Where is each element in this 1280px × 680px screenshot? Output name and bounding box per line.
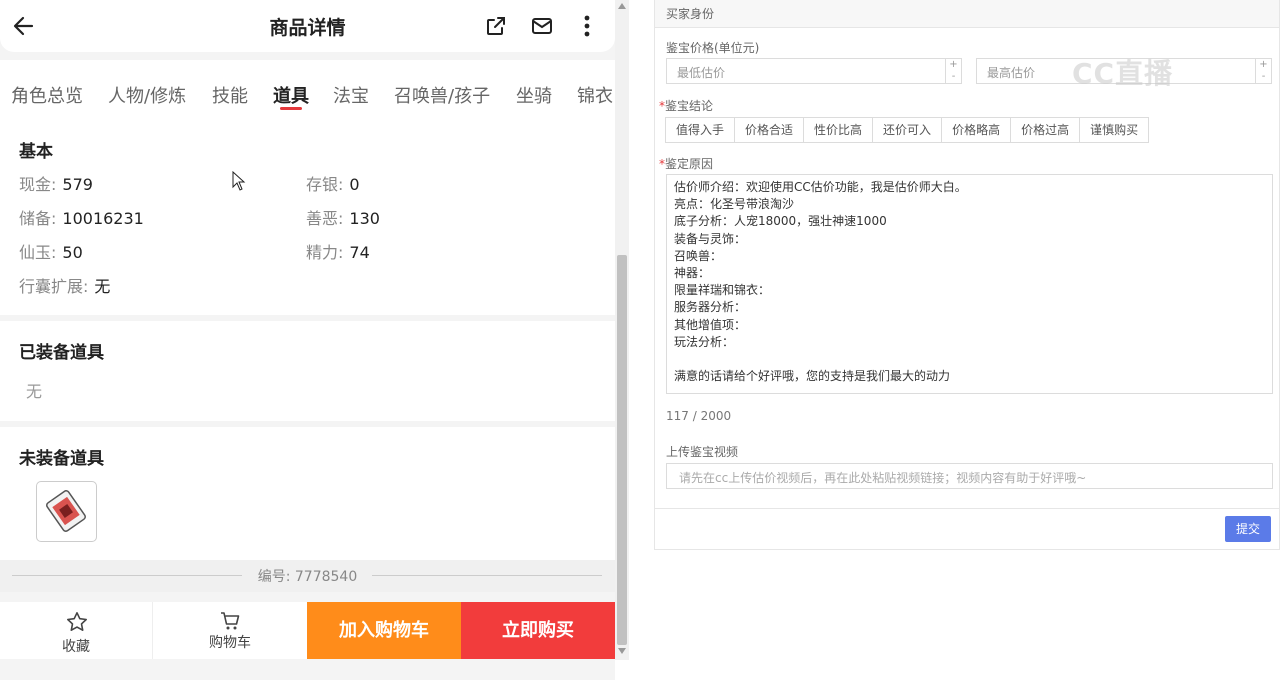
favorite-button[interactable]: 收藏 [0,602,153,659]
tab-pets[interactable]: 召唤兽/孩子 [394,82,490,108]
reason-line: 装备与灵饰： [674,231,747,246]
share-icon[interactable] [484,14,508,38]
tab-overview[interactable]: 角色总览 [11,82,83,108]
buyer-identity-header: 买家身份 [655,0,1279,28]
mouse-cursor-icon [232,171,246,191]
scrollbar-thumb[interactable] [617,255,627,645]
video-link-input[interactable]: 请先在cc上传估价视频后，再在此处粘贴视频链接；视频内容有助于好评哦~ [666,463,1273,489]
min-price-placeholder: 最低估价 [677,66,726,80]
bottom-action-bar: 收藏 购物车 加入购物车 立即购买 [0,602,615,659]
buyer-identity-title: 买家身份 [666,7,715,21]
unequipped-card: 未装备道具 [0,427,615,560]
max-price-placeholder: 最高估价 [987,66,1036,80]
add-to-cart-button[interactable]: 加入购物车 [307,602,461,659]
item-code: 编号: 7778540 [257,569,358,585]
max-price-stepper[interactable]: + - [1255,59,1271,83]
reason-label: *鉴定原因 [659,157,714,171]
top-bar: 商品详情 [0,0,615,52]
reason-line: 亮点：化圣号带浪淘沙 [674,197,795,212]
divider-line-right [372,575,602,576]
conclusion-option[interactable]: 谨慎购买 [1079,117,1150,143]
jade-row: 仙玉: 50 [19,243,83,262]
basic-title: 基本 [19,142,53,162]
reason-line: 服务器分析： [674,300,747,315]
conclusion-option[interactable]: 值得入手 [665,117,736,143]
reason-line: 神器： [674,266,711,281]
panel-divider [655,508,1279,509]
equipped-title: 已装备道具 [19,343,104,363]
favorite-label: 收藏 [62,639,90,655]
star-icon [67,612,87,631]
category-tabs: 角色总览 人物/修炼 技能 道具 法宝 召唤兽/孩子 坐骑 锦衣 [0,60,615,122]
product-detail-page: 商品详情 角色总览 人物/修炼 技能 道具 法宝 召唤兽/孩子 坐骑 锦衣 基本… [0,0,615,680]
tab-treasure[interactable]: 法宝 [333,82,369,108]
reason-line: 玩法分析： [674,334,735,349]
unequipped-title: 未装备道具 [19,449,104,469]
video-placeholder: 请先在cc上传估价视频后，再在此处粘贴视频链接；视频内容有助于好评哦~ [679,471,1087,485]
video-label: 上传鉴宝视频 [666,445,739,459]
page-scrollbar[interactable] [615,0,629,660]
min-price-stepper[interactable]: + - [945,59,961,83]
conclusion-option[interactable]: 性价比高 [803,117,874,143]
watermark: CC直播 [1072,57,1174,90]
scroll-up-icon[interactable] [618,3,626,9]
cart-icon [221,612,240,630]
bag-expansion-row: 行囊扩展: 无 [19,277,111,296]
reason-line: 估价师介绍：欢迎使用CC估价功能，我是估价师大白。 [674,180,967,194]
cash-row: 现金: 579 [19,175,93,194]
conclusion-label: *鉴宝结论 [659,99,714,113]
page-title: 商品详情 [269,17,346,39]
tab-skills[interactable]: 技能 [212,82,248,108]
karma-row: 善恶: 130 [306,209,380,228]
min-price-input[interactable]: 最低估价 + - [666,58,962,84]
red-card-item-icon [46,490,86,532]
equipped-empty: 无 [26,382,43,401]
equipped-card: 已装备道具 无 [0,321,615,421]
tab-items[interactable]: 道具 [273,82,309,108]
tab-mounts[interactable]: 坐骑 [516,82,552,108]
item-slot[interactable] [36,481,97,542]
reason-textarea[interactable]: 估价师介绍：欢迎使用CC估价功能，我是估价师大白。 亮点：化圣号带浪淘沙 底子分… [666,174,1273,394]
reason-line: 满意的话请给个好评哦，您的支持是我们最大的动力 [674,369,951,384]
cart-button[interactable]: 购物车 [153,602,307,659]
reason-line: 限量祥瑞和锦衣： [674,283,771,298]
message-icon[interactable] [530,14,554,38]
conclusion-option[interactable]: 价格合适 [734,117,805,143]
reason-line: 召唤兽： [674,248,723,263]
price-label: 鉴宝价格(单位元) [666,41,760,55]
reason-blank-line [674,351,1265,368]
conclusion-option[interactable]: 价格略高 [941,117,1012,143]
char-count: 117 / 2000 [666,409,732,423]
more-icon[interactable] [575,14,599,38]
conclusion-option[interactable]: 价格过高 [1010,117,1081,143]
reason-line: 其他增值项： [674,317,747,332]
tab-outfits[interactable]: 锦衣 [577,82,613,108]
conclusion-options: 值得入手 价格合适 性价比高 还价可入 价格略高 价格过高 谨慎购买 [665,117,1150,143]
submit-button[interactable]: 提交 [1225,516,1271,542]
cart-label: 购物车 [209,635,251,651]
scroll-down-icon[interactable] [618,648,626,654]
energy-row: 精力: 74 [306,243,370,262]
basic-card: 基本 现金: 579 存银: 0 储备: 10016231 善恶: 130 仙玉: 50 … [0,122,615,315]
conclusion-option[interactable]: 还价可入 [872,117,943,143]
active-tab-underline [280,107,302,110]
savings-row: 存银: 0 [306,175,360,194]
item-code-bar: 编号: 7778540 [0,560,615,592]
buy-now-button[interactable]: 立即购买 [461,602,615,659]
tab-character[interactable]: 人物/修炼 [108,82,186,108]
appraisal-panel: 买家身份 鉴宝价格(单位元) 最低估价 + - 最高估价 + - *鉴宝结论 值得入… [654,0,1280,550]
reason-line: 底子分析：人宠18000，强壮神速1000 [674,214,887,229]
reserve-row: 储备: 10016231 [19,209,144,228]
